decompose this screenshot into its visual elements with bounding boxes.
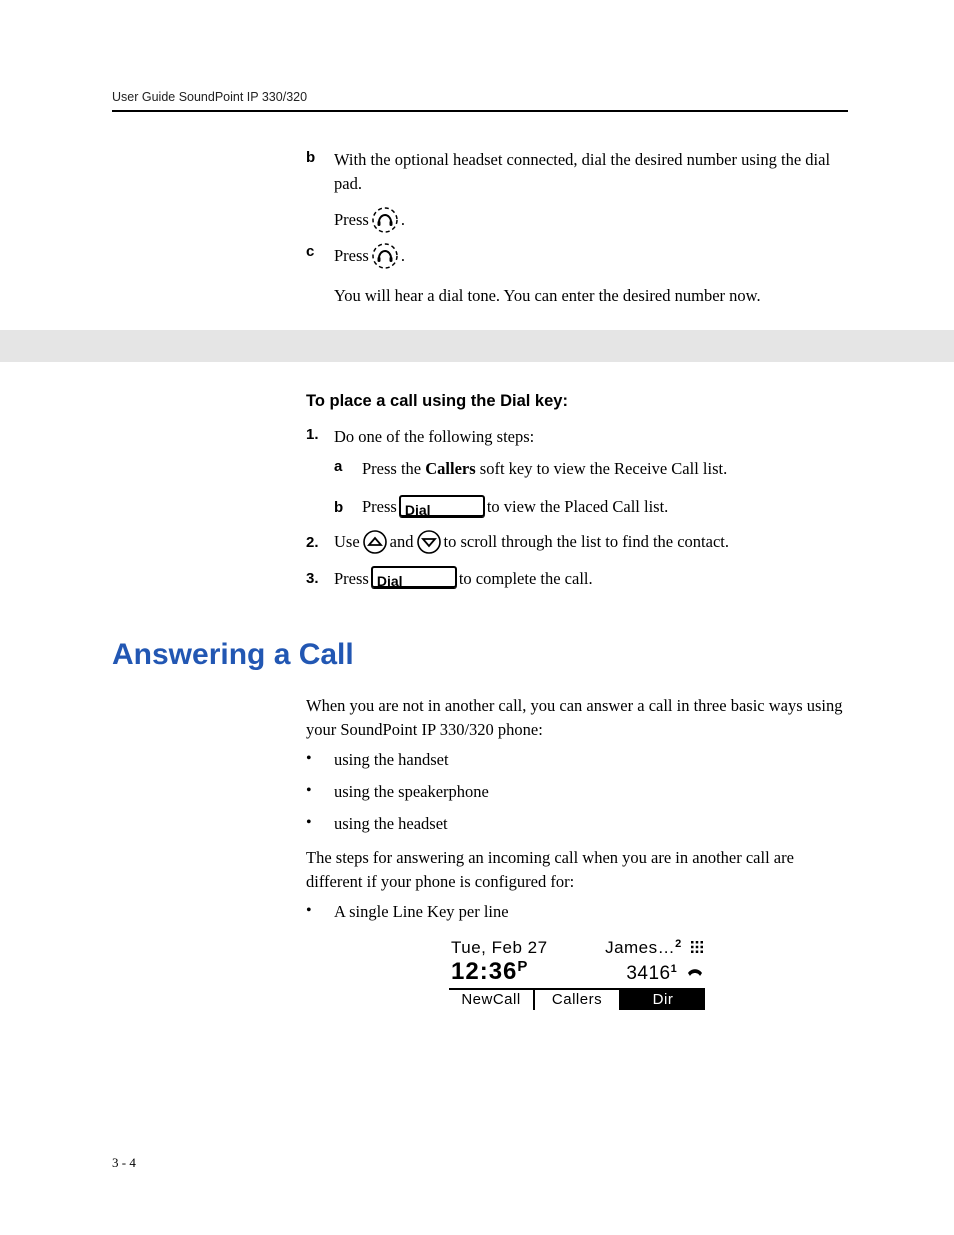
arrow-up-icon	[362, 529, 388, 555]
step-2-pre: Use	[334, 530, 360, 554]
softkey-newcall[interactable]: NewCall	[449, 990, 535, 1010]
lcd-ampm: P	[517, 958, 528, 975]
bullet-speakerphone-text: using the speakerphone	[334, 780, 848, 804]
step-2-mid: and	[390, 530, 414, 554]
page: User Guide SoundPoint IP 330/320 b With …	[0, 0, 954, 1235]
answering-heading: Answering a Call	[112, 638, 848, 672]
keypad-icon	[691, 938, 703, 957]
step-1a-text: Press the Callers soft key to view the R…	[362, 457, 848, 481]
step-1a-pre: Press the	[362, 459, 425, 478]
lcd-time-group: 12:36P	[451, 958, 528, 986]
press-period: .	[401, 244, 405, 268]
lcd-extension: 3416	[626, 963, 670, 984]
step-c-marker: c	[306, 242, 334, 260]
press-label: Press	[334, 210, 369, 230]
step-2: 2. Use and to scroll through the list to…	[306, 529, 848, 555]
headset-icon	[371, 206, 399, 234]
step-1b: b Press Dial to view the Placed Call lis…	[334, 495, 848, 519]
lcd-who: James…	[605, 938, 675, 957]
lcd-who-group: James…2	[605, 938, 703, 958]
step-1b-marker: b	[334, 498, 362, 516]
step-1a-marker: a	[334, 457, 362, 475]
step-b-press-line: Press .	[334, 206, 848, 234]
step-c-press-line: Press .	[334, 242, 848, 270]
dial-key-heading: To place a call using the Dial key:	[306, 392, 848, 411]
step-1b-post: to view the Placed Call list.	[487, 495, 668, 519]
step-3-pre: Press	[334, 567, 369, 591]
lcd-row-top: Tue, Feb 27 James…2	[449, 938, 705, 958]
step-3-line: Press Dial to complete the call.	[334, 567, 848, 591]
running-header: User Guide SoundPoint IP 330/320	[112, 90, 848, 104]
step-2-line: Use and to scroll through the list to fi…	[334, 529, 848, 555]
step-b-marker: b	[306, 148, 334, 166]
phone-icon	[687, 963, 703, 984]
step-1a: a Press the Callers soft key to view the…	[334, 457, 848, 481]
page-number: 3 - 4	[112, 1155, 136, 1171]
step-b: b With the optional headset connected, d…	[306, 148, 848, 196]
step-2-marker: 2.	[306, 533, 334, 551]
bullet-headset: • using the headset	[306, 812, 848, 836]
step-1-text: Do one of the following steps:	[334, 425, 848, 449]
bullet-icon: •	[306, 780, 334, 800]
lcd-ext-badge: 1	[671, 963, 678, 975]
press-label: Press	[334, 244, 369, 268]
dial-key-icon: Dial	[371, 566, 457, 588]
step-b-text: With the optional headset connected, dia…	[334, 148, 848, 196]
dial-key-label: Dial	[405, 502, 431, 518]
step-3: 3. Press Dial to complete the call.	[306, 567, 848, 591]
bullet-handset-text: using the handset	[334, 748, 848, 772]
step-1-marker: 1.	[306, 425, 334, 443]
step-c-followup: You will hear a dial tone. You can enter…	[334, 284, 848, 308]
bullet-single-line-key: • A single Line Key per line	[306, 900, 848, 924]
answering-intro: When you are not in another call, you ca…	[306, 694, 848, 742]
press-period: .	[401, 210, 405, 230]
softkey-dir[interactable]: Dir	[621, 990, 705, 1010]
lcd-who-badge: 2	[675, 938, 682, 950]
lcd-ext-group: 34161	[626, 963, 703, 985]
phone-lcd: Tue, Feb 27 James…2 12:36P 34161	[449, 938, 705, 1010]
lcd-date: Tue, Feb 27	[451, 938, 548, 958]
step-1a-post: soft key to view the Receive Call list.	[476, 459, 728, 478]
step-3-post: to complete the call.	[459, 567, 593, 591]
bullet-headset-text: using the headset	[334, 812, 848, 836]
step-1: 1. Do one of the following steps:	[306, 425, 848, 449]
bullet-single-line-key-text: A single Line Key per line	[334, 900, 848, 924]
lcd-row-mid: 12:36P 34161	[449, 958, 705, 986]
step-c: c Press .	[306, 242, 848, 270]
headset-icon	[371, 242, 399, 270]
lcd-time: 12:36	[451, 958, 517, 985]
bullet-icon: •	[306, 812, 334, 832]
arrow-down-icon	[416, 529, 442, 555]
header-rule	[112, 110, 848, 112]
step-3-marker: 3.	[306, 569, 334, 587]
dial-key-label: Dial	[377, 573, 403, 589]
lcd-softkeys: NewCall Callers Dir	[449, 990, 705, 1010]
callers-softkey-name: Callers	[425, 459, 475, 478]
body-column: b With the optional headset connected, d…	[306, 148, 848, 1010]
step-1b-pre: Press	[362, 495, 397, 519]
step-1b-line: Press Dial to view the Placed Call list.	[362, 495, 848, 519]
bullet-icon: •	[306, 900, 334, 920]
bullet-icon: •	[306, 748, 334, 768]
dial-key-icon: Dial	[399, 495, 485, 517]
bullet-handset: • using the handset	[306, 748, 848, 772]
answering-followup: The steps for answering an incoming call…	[306, 846, 848, 894]
divider-band	[0, 330, 954, 362]
step-2-post: to scroll through the list to find the c…	[444, 530, 730, 554]
bullet-speakerphone: • using the speakerphone	[306, 780, 848, 804]
softkey-callers[interactable]: Callers	[535, 990, 621, 1010]
